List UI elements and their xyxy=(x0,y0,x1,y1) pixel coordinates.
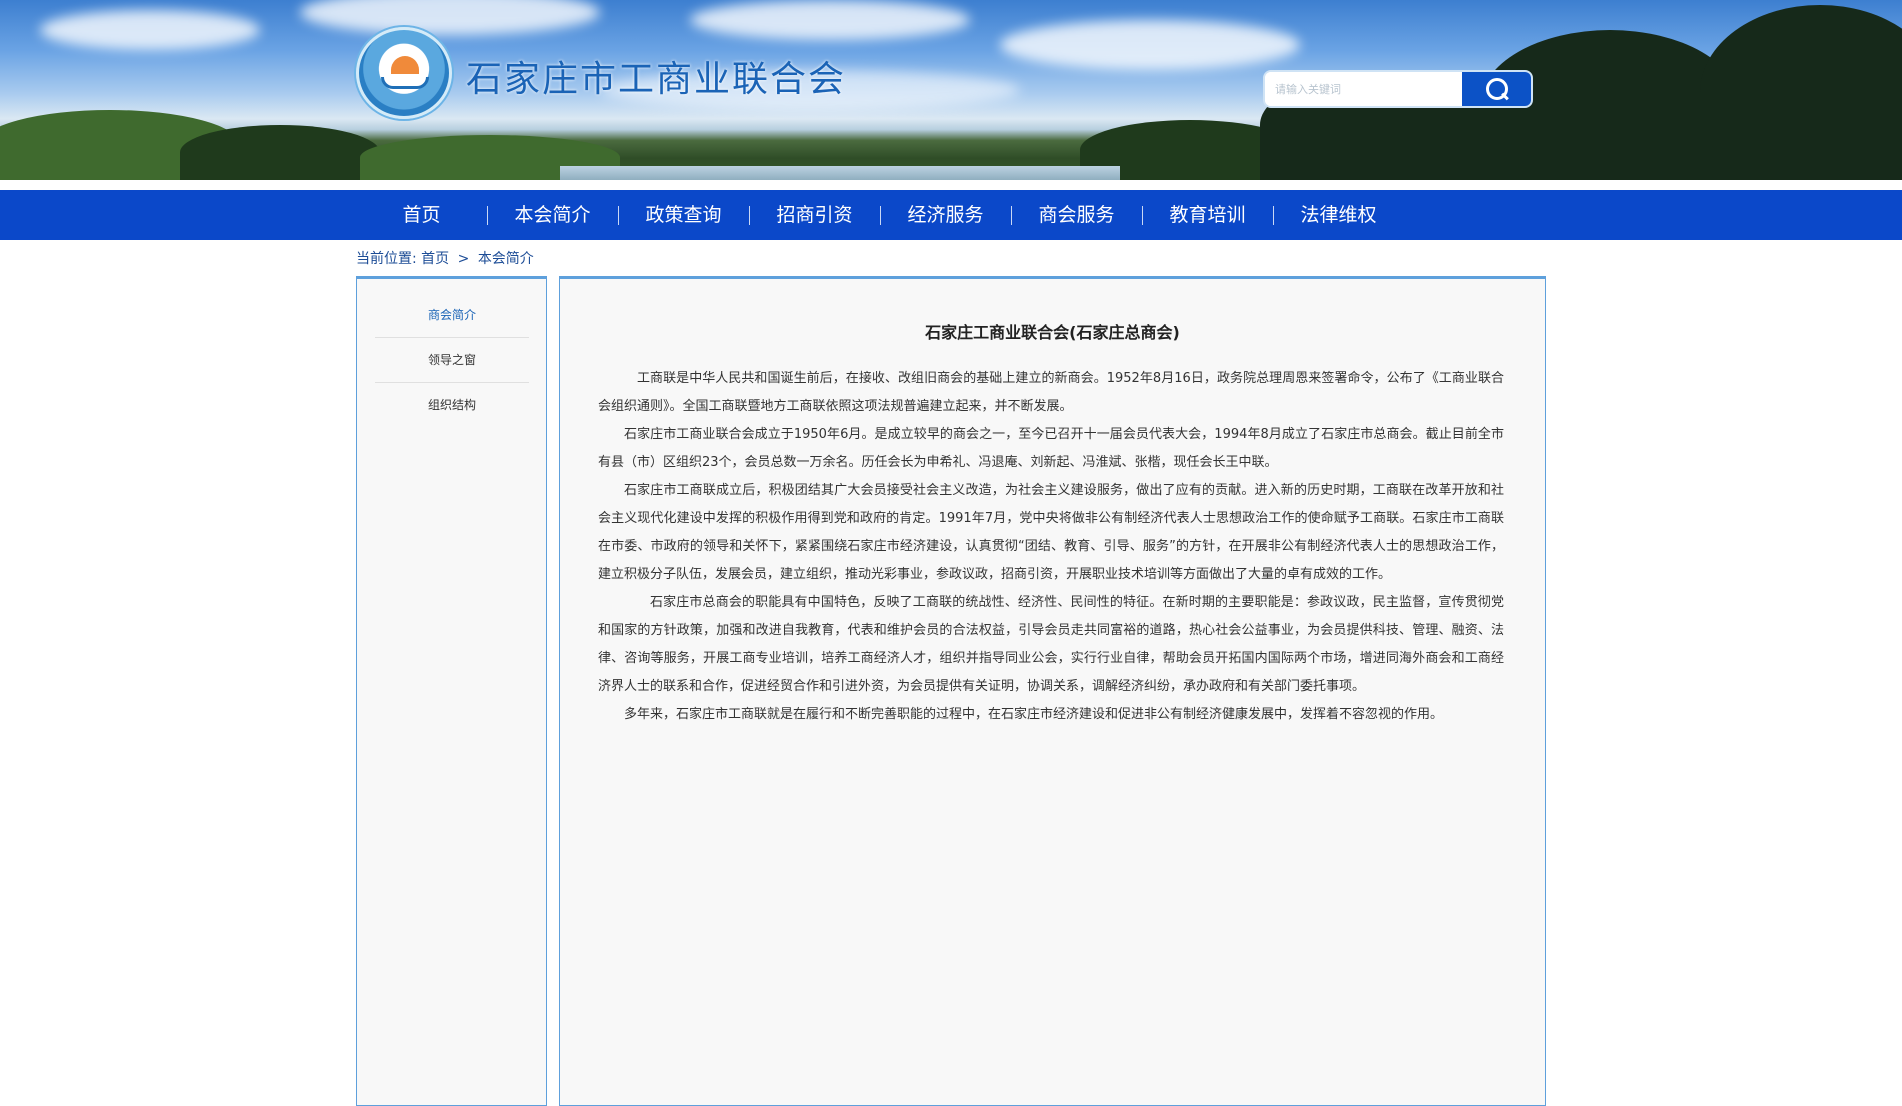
logo-sun-icon xyxy=(391,56,419,74)
article-paragraph: 石家庄市工商联成立后，积极团结其广大会员接受社会主义改造，为社会主义建设服务，做… xyxy=(598,483,1504,582)
banner-trees xyxy=(180,125,380,180)
banner-trees xyxy=(1700,5,1902,180)
nav-item-training[interactable]: 教育培训 xyxy=(1142,190,1273,240)
banner-lake xyxy=(560,166,1120,180)
banner-cloud xyxy=(1000,20,1300,70)
header-banner: 石家庄市工商业联合会 xyxy=(0,0,1902,180)
nav-item-investment[interactable]: 招商引资 xyxy=(749,190,880,240)
article-paragraph: 石家庄市总商会的职能具有中国特色，反映了工商联的统战性、经济性、民间性的特征。在… xyxy=(598,595,1504,694)
search-icon-handle xyxy=(1501,92,1509,101)
search-box xyxy=(1263,70,1533,108)
article-panel: 石家庄工商业联合会(石家庄总商会) 工商联是中华人民共和国诞生前后，在接收、改组… xyxy=(559,276,1546,1106)
breadcrumb: 当前位置: 首页 > 本会简介 xyxy=(356,248,534,268)
banner-cloud xyxy=(300,0,600,35)
nav-item-home[interactable]: 首页 xyxy=(356,190,487,240)
banner-cloud xyxy=(40,10,260,50)
sidebar-item-leadership[interactable]: 领导之窗 xyxy=(375,338,529,383)
sidebar-item-organization[interactable]: 组织结构 xyxy=(375,383,529,428)
article-paragraph: 工商联是中华人民共和国诞生前后，在接收、改组旧商会的基础上建立的新商会。1952… xyxy=(598,371,1504,414)
sidebar: 商会简介 领导之窗 组织结构 xyxy=(356,276,547,1106)
breadcrumb-label: 当前位置: xyxy=(356,251,417,267)
logo-book-icon xyxy=(381,77,429,89)
breadcrumb-home-link[interactable]: 首页 xyxy=(421,251,449,267)
banner-cloud xyxy=(690,0,970,40)
search-input[interactable] xyxy=(1265,72,1462,106)
site-logo[interactable] xyxy=(356,27,452,119)
breadcrumb-separator: > xyxy=(457,251,470,267)
search-button[interactable] xyxy=(1462,72,1531,106)
site-title: 石家庄市工商业联合会 xyxy=(466,59,847,100)
article-body: 工商联是中华人民共和国诞生前后，在接收、改组旧商会的基础上建立的新商会。1952… xyxy=(598,365,1504,729)
article-paragraph: 石家庄市工商业联合会成立于1950年6月。是成立较早的商会之一，至今已召开十一届… xyxy=(598,427,1504,470)
nav-item-about[interactable]: 本会简介 xyxy=(487,190,618,240)
article-title: 石家庄工商业联合会(石家庄总商会) xyxy=(925,323,1180,342)
nav-item-policy[interactable]: 政策查询 xyxy=(618,190,749,240)
banner-divider xyxy=(0,180,1902,190)
main-nav: 首页 本会简介 政策查询 招商引资 经济服务 商会服务 教育培训 法律维权 xyxy=(0,190,1902,240)
sidebar-item-chamber-intro[interactable]: 商会简介 xyxy=(375,293,529,338)
article-paragraph: 多年来，石家庄市工商联就是在履行和不断完善职能的过程中，在石家庄市经济建设和促进… xyxy=(624,707,1444,722)
nav-item-legal[interactable]: 法律维权 xyxy=(1273,190,1404,240)
nav-item-chamber-service[interactable]: 商会服务 xyxy=(1011,190,1142,240)
breadcrumb-current-link[interactable]: 本会简介 xyxy=(478,251,534,267)
nav-item-economic-service[interactable]: 经济服务 xyxy=(880,190,1011,240)
